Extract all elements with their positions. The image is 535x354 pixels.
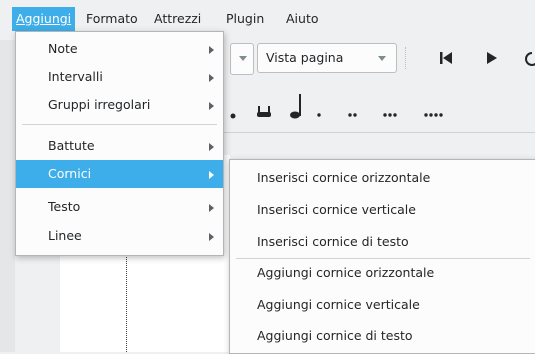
menu-item-testo[interactable]: Testo bbox=[16, 193, 223, 221]
menu-item-label: Battute bbox=[48, 138, 95, 153]
view-mode-combo[interactable]: Vista pagina bbox=[257, 43, 397, 73]
chevron-down-icon bbox=[378, 56, 386, 61]
toolbar-separator bbox=[405, 47, 408, 69]
menu-item-label: Aggiungi cornice di testo bbox=[257, 328, 413, 343]
menu-item-label: Intervalli bbox=[48, 69, 103, 84]
menu-attrezzi-button[interactable]: Attrezzi bbox=[150, 7, 205, 31]
menu-item-aggiungi-cornice-testo[interactable]: Aggiungi cornice di testo bbox=[230, 320, 535, 352]
menu-item-label: Testo bbox=[48, 199, 81, 214]
play-button[interactable] bbox=[482, 47, 502, 69]
menu-aiuto-button[interactable]: Aiuto bbox=[282, 7, 323, 31]
menu-formato-button[interactable]: Formato bbox=[82, 7, 142, 31]
menu-item-gruppi-irregolari[interactable]: Gruppi irregolari bbox=[16, 91, 223, 119]
menu-item-label: Aggiungi cornice verticale bbox=[257, 297, 420, 312]
view-mode-label: Vista pagina bbox=[266, 50, 344, 65]
page-boundary bbox=[126, 247, 127, 352]
chevron-right-icon bbox=[209, 143, 214, 151]
menu-aggiungi-button[interactable]: Aggiungi bbox=[12, 7, 76, 31]
menu-item-inserisci-cornice-verticale[interactable]: Inserisci cornice verticale bbox=[230, 194, 535, 226]
chevron-right-icon bbox=[209, 233, 214, 241]
menu-item-battute[interactable]: Battute bbox=[16, 132, 223, 160]
note-input-toolbar bbox=[222, 82, 535, 128]
menu-item-inserisci-cornice-orizzontale[interactable]: Inserisci cornice orizzontale bbox=[230, 162, 535, 194]
menu-item-label: Inserisci cornice verticale bbox=[257, 202, 416, 217]
menu-item-label: Cornici bbox=[48, 166, 92, 181]
toolbar-divider bbox=[222, 132, 535, 133]
menu-item-aggiungi-cornice-verticale[interactable]: Aggiungi cornice verticale bbox=[230, 289, 535, 321]
chevron-down-icon bbox=[239, 56, 247, 61]
menu-item-label: Gruppi irregolari bbox=[48, 97, 151, 112]
menu-item-inserisci-cornice-testo[interactable]: Inserisci cornice di testo bbox=[230, 226, 535, 258]
menu-item-intervalli[interactable]: Intervalli bbox=[16, 63, 223, 91]
play-icon bbox=[487, 52, 497, 64]
menu-separator bbox=[22, 124, 217, 125]
aggiungi-menu: Note Intervalli Gruppi irregolari Battut… bbox=[15, 31, 224, 256]
chevron-right-icon bbox=[209, 46, 214, 54]
chevron-right-icon bbox=[209, 74, 214, 82]
menu-item-note[interactable]: Note bbox=[16, 35, 223, 63]
left-panel bbox=[0, 40, 15, 352]
menu-item-cornici[interactable]: Cornici bbox=[16, 160, 223, 188]
menu-item-label: Note bbox=[48, 41, 78, 56]
menu-item-label: Linee bbox=[48, 228, 82, 243]
menu-item-linee[interactable]: Linee bbox=[16, 222, 223, 250]
menubar: Aggiungi Formato Attrezzi Plugin Aiuto bbox=[0, 0, 535, 31]
chevron-right-icon bbox=[209, 171, 214, 179]
loop-button[interactable] bbox=[522, 47, 535, 69]
menu-item-label: Aggiungi cornice orizzontale bbox=[257, 265, 435, 280]
menu-item-aggiungi-cornice-orizzontale[interactable]: Aggiungi cornice orizzontale bbox=[230, 257, 535, 289]
rewind-icon bbox=[440, 52, 452, 64]
chevron-right-icon bbox=[209, 102, 214, 110]
menu-item-label: Inserisci cornice orizzontale bbox=[257, 170, 431, 185]
rewind-button[interactable] bbox=[437, 47, 457, 69]
menu-item-label: Inserisci cornice di testo bbox=[257, 234, 409, 249]
note-duration-icons bbox=[230, 94, 443, 119]
cornici-submenu: Inserisci cornice orizzontale Inserisci … bbox=[229, 159, 535, 354]
zoom-combo[interactable] bbox=[230, 43, 254, 75]
loop-icon bbox=[525, 52, 535, 66]
chevron-right-icon bbox=[209, 204, 214, 212]
menu-plugin-button[interactable]: Plugin bbox=[222, 7, 268, 31]
